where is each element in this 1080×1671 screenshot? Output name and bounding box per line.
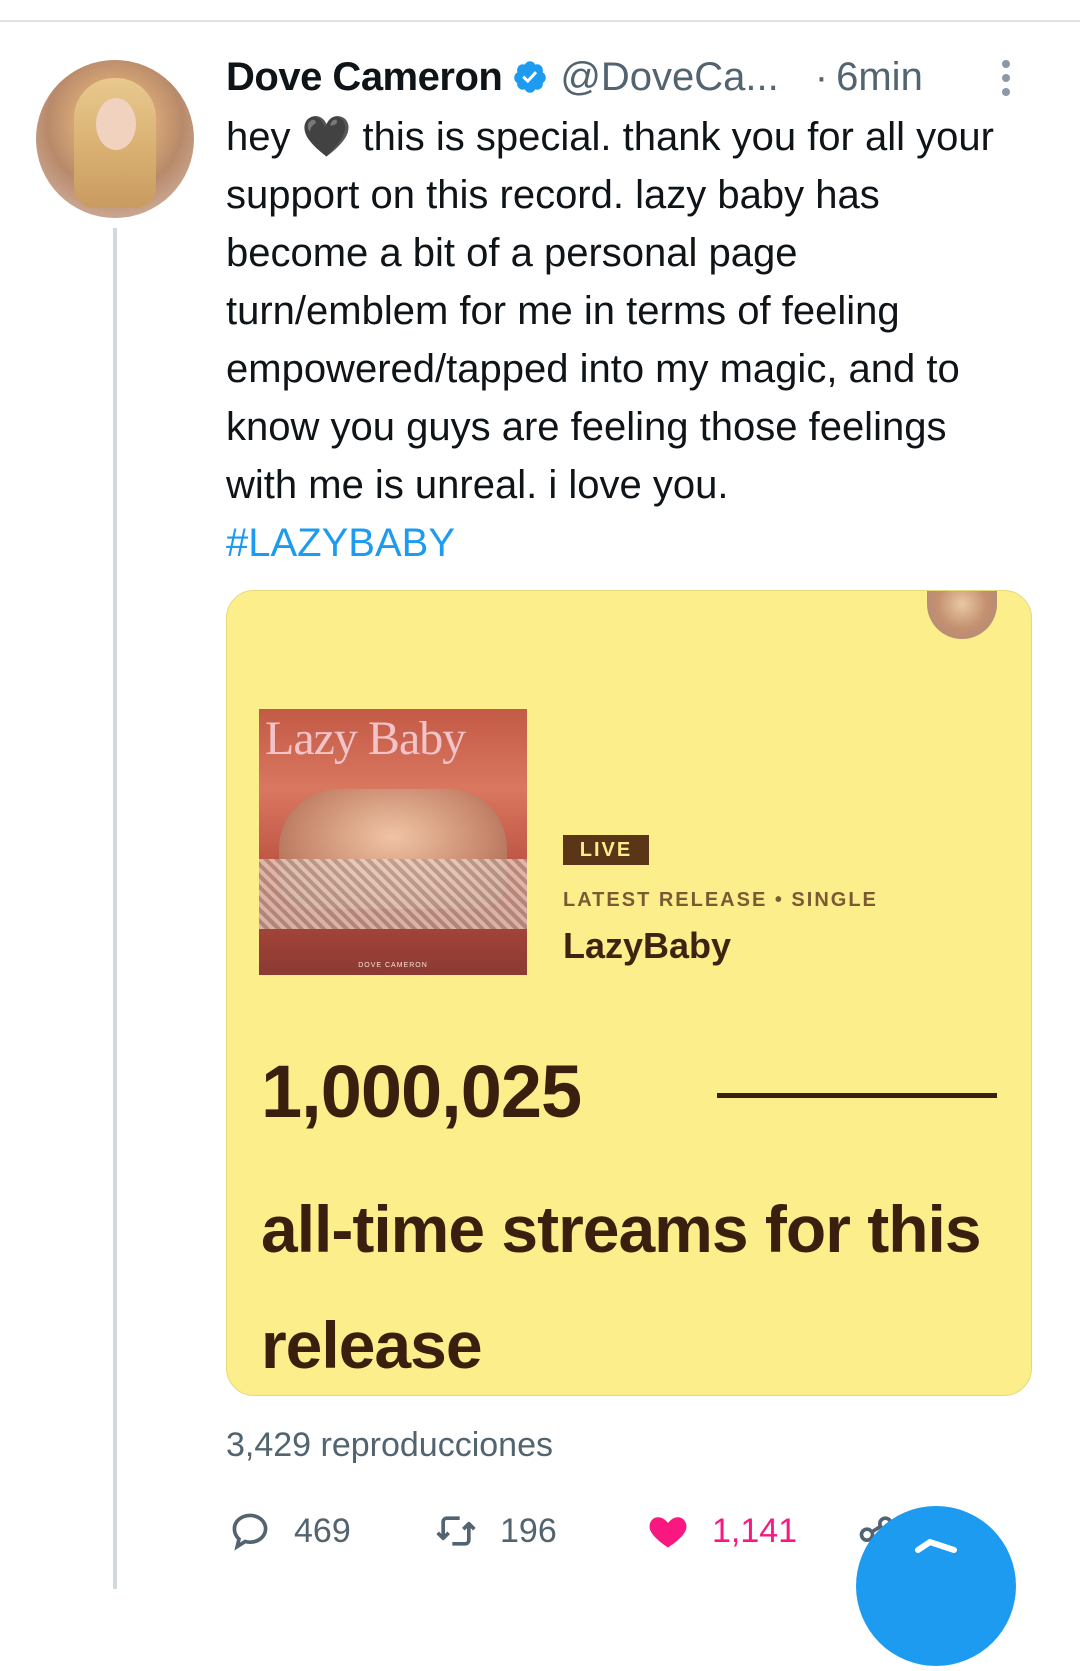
tweet-time[interactable]: 6min [836,55,923,100]
reply-button[interactable]: 469 [228,1506,351,1556]
card-avatar [927,591,997,639]
verified-icon [514,61,547,93]
avatar-face [96,98,136,150]
cover-jewels [259,859,527,929]
streams-caption: all-time streams for this release [261,1192,982,1382]
cover-title: Lazy Baby [265,712,466,765]
like-button[interactable]: 1,141 [646,1506,797,1556]
tweet-text: hey 🖤 this is special. thank you for all… [226,115,994,507]
retweet-icon [436,1516,476,1546]
author-handle[interactable]: @DoveCa... [560,55,778,100]
streams-count: 1,000,025 [261,1050,582,1133]
release-label: LATEST RELEASE • SINGLE [563,889,878,911]
compose-icon [915,1538,957,1553]
retweet-count: 196 [500,1511,557,1550]
media-card[interactable]: Lazy Baby DOVE CAMERON LIVE LATEST RELEA… [226,590,1032,1396]
album-cover: Lazy Baby DOVE CAMERON [259,709,527,975]
hashtag-link[interactable]: #LAZYBABY [226,514,455,572]
thread-line [113,228,117,1589]
streams-rule [717,1093,997,1098]
top-divider [0,20,1080,22]
reply-count: 469 [294,1511,351,1550]
compose-button[interactable] [856,1506,1016,1666]
like-count: 1,141 [712,1511,798,1550]
release-name: LazyBaby [563,925,732,966]
separator-dot: · [814,54,829,99]
author-name[interactable]: Dove Cameron [226,55,503,100]
live-badge: LIVE [563,835,649,865]
retweet-button[interactable]: 196 [434,1506,557,1556]
tweet-header: Dove Cameron @DoveCa... · 6min [226,52,923,102]
heart-icon [649,1517,687,1548]
cover-credit: DOVE CAMERON [358,962,428,969]
more-icon[interactable] [996,58,1016,98]
view-count: 3,429 reproducciones [226,1426,554,1464]
avatar[interactable] [36,60,194,218]
reply-icon [232,1513,268,1551]
